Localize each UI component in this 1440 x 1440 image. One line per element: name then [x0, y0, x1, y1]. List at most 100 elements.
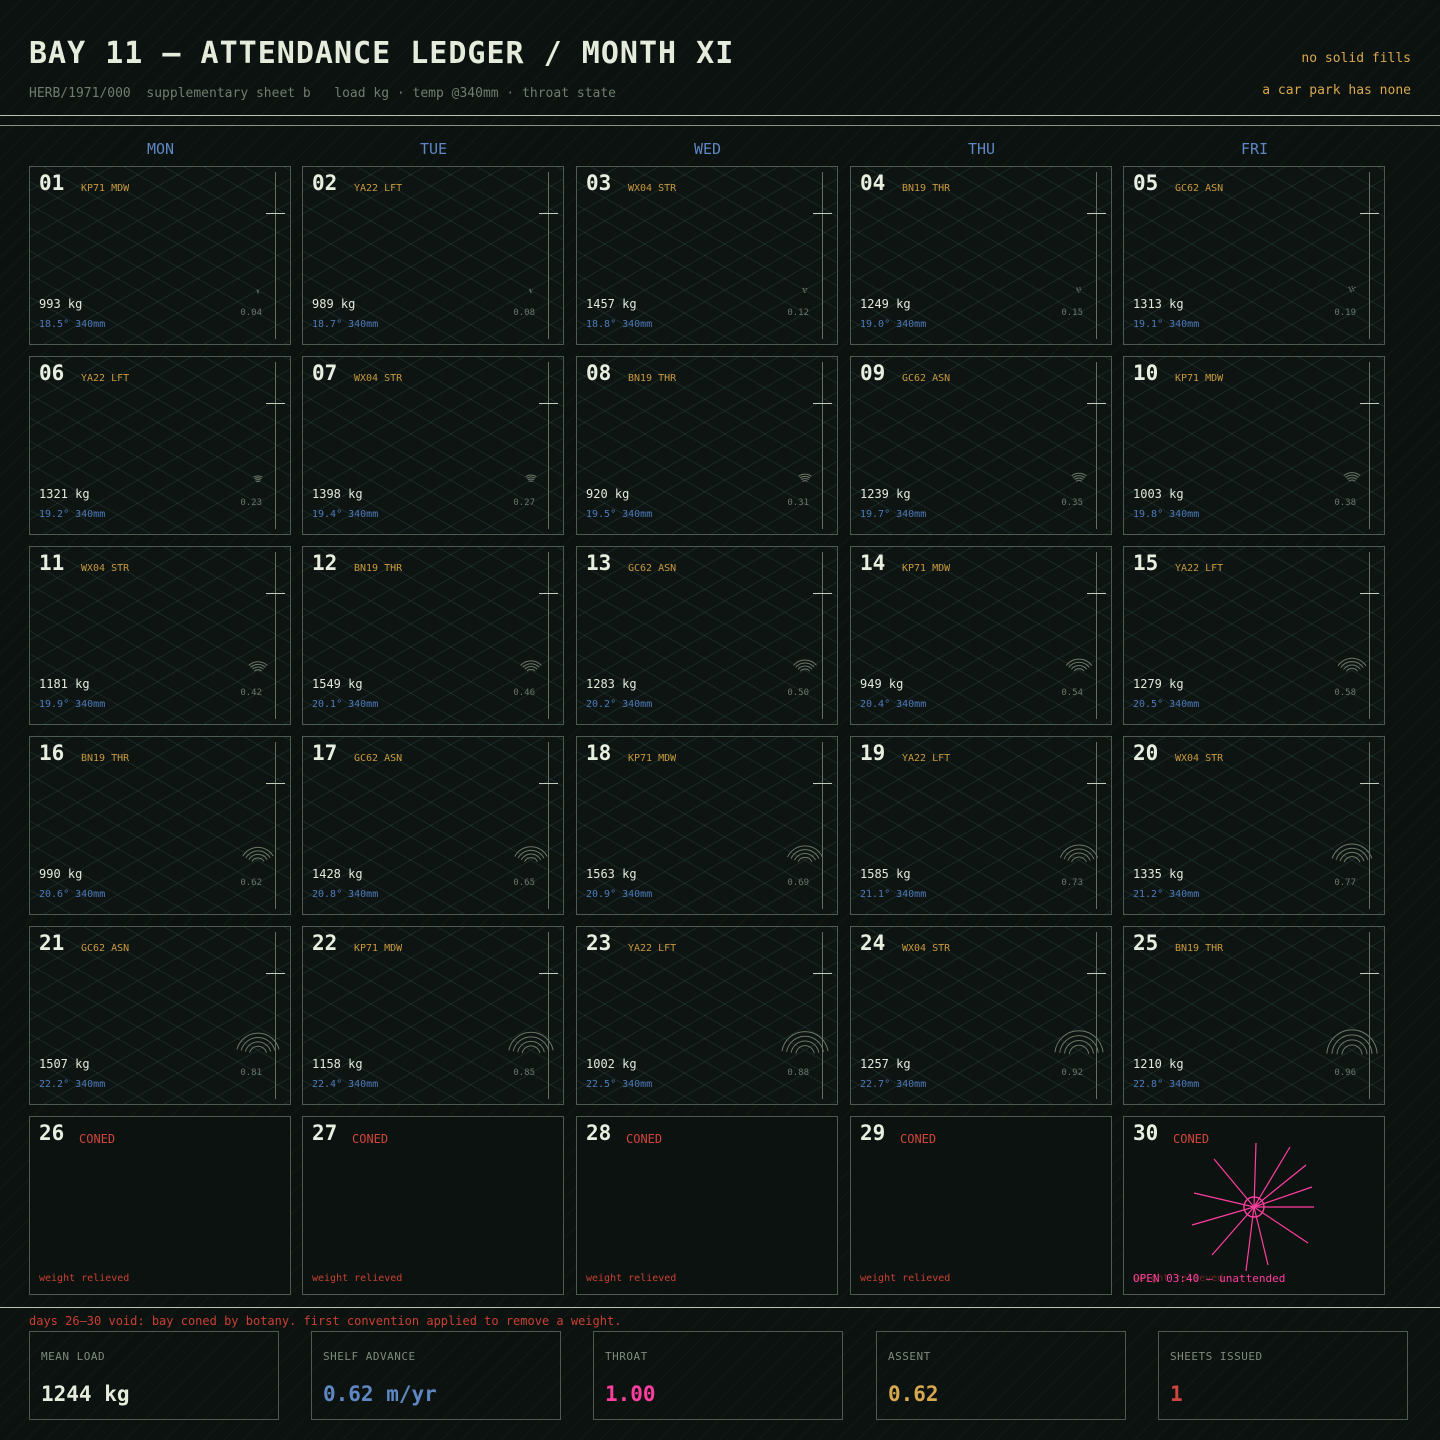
day-code: GC62 ASN: [902, 373, 951, 384]
throat-value: 0.27: [513, 498, 535, 508]
weekday-header-tue: TUE: [419, 140, 448, 158]
day-number: 25: [1133, 931, 1159, 955]
throat-value: 0.62: [240, 878, 262, 888]
day-cell[interactable]: 07 WX04 STR 1398 kg 19.4° 340mm 0.27: [302, 356, 564, 535]
day-cell[interactable]: 12 BN19 THR 1549 kg 20.1° 340mm 0.46: [302, 546, 564, 725]
throat-value: 0.15: [1061, 308, 1083, 318]
day-load: 1335 kg: [1133, 867, 1184, 881]
day-load: 1457 kg: [586, 297, 637, 311]
day-number: 17: [312, 741, 338, 765]
day-load: 1549 kg: [312, 677, 363, 691]
void-day-cell[interactable]: 30 CONED weight relieved OPEN 03:40 — unatt…: [1123, 1116, 1385, 1295]
throat-value: 0.04: [240, 308, 262, 318]
weekday-header-mon: MON: [146, 140, 175, 158]
stat-value: 0.62 m/yr: [323, 1382, 437, 1406]
day-cell[interactable]: 14 KP71 MDW 949 kg 20.4° 340mm 0.54: [850, 546, 1112, 725]
day-temp: 21.1° 340mm: [860, 889, 927, 900]
gauge-tick: [266, 403, 285, 404]
day-cell[interactable]: 01 KP71 MDW 993 kg 18.5° 340mm 0.04: [29, 166, 291, 345]
day-cell[interactable]: 16 BN19 THR 990 kg 20.6° 340mm 0.62: [29, 736, 291, 915]
day-cell[interactable]: 18 KP71 MDW 1563 kg 20.9° 340mm 0.69: [576, 736, 838, 915]
day-cell[interactable]: 06 YA22 LFT 1321 kg 19.2° 340mm 0.23: [29, 356, 291, 535]
day-code: BN19 THR: [1175, 943, 1224, 954]
throat-arc-icon: [798, 473, 812, 482]
gauge-tick: [1087, 593, 1106, 594]
day-number: 02: [312, 171, 338, 195]
day-number: 12: [312, 551, 338, 575]
day-number: 29: [860, 1121, 886, 1145]
day-temp: 18.8° 340mm: [586, 319, 653, 330]
throat-arc-icon: [236, 1032, 280, 1053]
gauge-tick: [1360, 403, 1379, 404]
day-load: 1239 kg: [860, 487, 911, 501]
coned-status: CONED: [352, 1132, 389, 1146]
day-temp: 19.0° 340mm: [860, 319, 927, 330]
stat-card: ASSENT 0.62: [876, 1331, 1126, 1420]
day-cell[interactable]: 17 GC62 ASN 1428 kg 20.8° 340mm 0.65: [302, 736, 564, 915]
day-cell[interactable]: 22 KP71 MDW 1158 kg 22.4° 340mm 0.85: [302, 926, 564, 1105]
day-temp: 22.2° 340mm: [39, 1079, 106, 1090]
day-temp: 18.5° 340mm: [39, 319, 106, 330]
day-load: 1002 kg: [586, 1057, 637, 1071]
day-cell[interactable]: 20 WX04 STR 1335 kg 21.2° 340mm 0.77: [1123, 736, 1385, 915]
day-cell[interactable]: 02 YA22 LFT 989 kg 18.7° 340mm 0.08: [302, 166, 564, 345]
day-number: 03: [586, 171, 612, 195]
stat-label: THROAT: [605, 1350, 648, 1363]
day-load: 1279 kg: [1133, 677, 1184, 691]
throat-arc-icon: [529, 288, 533, 294]
day-cell[interactable]: 11 WX04 STR 1181 kg 19.9° 340mm 0.42: [29, 546, 291, 725]
void-day-cell[interactable]: 26 CONED weight relieved: [29, 1116, 291, 1295]
gauge-tick: [1360, 593, 1379, 594]
void-day-cell[interactable]: 29 CONED weight relieved: [850, 1116, 1112, 1295]
day-code: KP71 MDW: [902, 563, 951, 574]
header-note-fills: no solid fills: [1301, 51, 1411, 66]
day-temp: 22.8° 340mm: [1133, 1079, 1200, 1090]
ledger-header: BAY 11 — ATTENDANCE LEDGER / MONTH XI HE…: [0, 0, 1440, 126]
stat-card: SHEETS ISSUED 1: [1158, 1331, 1408, 1420]
day-code: GC62 ASN: [628, 563, 677, 574]
day-cell[interactable]: 03 WX04 STR 1457 kg 18.8° 340mm 0.12: [576, 166, 838, 345]
throat-value: 0.88: [787, 1068, 809, 1078]
void-day-cell[interactable]: 27 CONED weight relieved: [302, 1116, 564, 1295]
day-cell[interactable]: 15 YA22 LFT 1279 kg 20.5° 340mm 0.58: [1123, 546, 1385, 725]
day-cell[interactable]: 13 GC62 ASN 1283 kg 20.2° 340mm 0.50: [576, 546, 838, 725]
weekday-header-wed: WED: [693, 140, 722, 158]
throat-value: 0.46: [513, 688, 535, 698]
day-cell[interactable]: 08 BN19 THR 920 kg 19.5° 340mm 0.31: [576, 356, 838, 535]
day-load: 920 kg: [586, 487, 630, 501]
day-cell[interactable]: 19 YA22 LFT 1585 kg 21.1° 340mm 0.73: [850, 736, 1112, 915]
day-cell[interactable]: 04 BN19 THR 1249 kg 19.0° 340mm 0.15: [850, 166, 1112, 345]
day-number: 01: [39, 171, 65, 195]
throat-value: 0.85: [513, 1068, 535, 1078]
day-cell[interactable]: 23 YA22 LFT 1002 kg 22.5° 340mm 0.88: [576, 926, 838, 1105]
stat-card: MEAN LOAD 1244 kg: [29, 1331, 279, 1420]
day-cell[interactable]: 10 KP71 MDW 1003 kg 19.8° 340mm 0.38: [1123, 356, 1385, 535]
day-code: WX04 STR: [902, 943, 951, 954]
day-load: 1249 kg: [860, 297, 911, 311]
day-temp: 21.2° 340mm: [1133, 889, 1200, 900]
day-code: WX04 STR: [354, 373, 403, 384]
day-cell[interactable]: 05 GC62 ASN 1313 kg 19.1° 340mm 0.19: [1123, 166, 1385, 345]
day-load: 1283 kg: [586, 677, 637, 691]
gauge-tick: [1087, 213, 1106, 214]
gauge-tick: [539, 593, 558, 594]
day-cell[interactable]: 09 GC62 ASN 1239 kg 19.7° 340mm 0.35: [850, 356, 1112, 535]
day-cell[interactable]: 25 BN19 THR 1210 kg 22.8° 340mm 0.96: [1123, 926, 1385, 1105]
void-note: days 26–30 void: bay coned by botany. fi…: [29, 1314, 622, 1328]
coned-status: CONED: [79, 1132, 116, 1146]
void-day-cell[interactable]: 28 CONED weight relieved: [576, 1116, 838, 1295]
day-code: KP71 MDW: [354, 943, 403, 954]
day-code: BN19 THR: [354, 563, 403, 574]
day-number: 07: [312, 361, 338, 385]
gauge-tick: [539, 783, 558, 784]
gauge-tick: [813, 403, 832, 404]
day-cell[interactable]: 24 WX04 STR 1257 kg 22.7° 340mm 0.92: [850, 926, 1112, 1105]
day-load: 993 kg: [39, 297, 83, 311]
throat-arc-icon: [242, 846, 274, 862]
throat-value: 0.50: [787, 688, 809, 698]
day-cell[interactable]: 21 GC62 ASN 1507 kg 22.2° 340mm 0.81: [29, 926, 291, 1105]
throat-arc-icon: [1075, 287, 1083, 293]
throat-arc-icon: [1337, 657, 1367, 672]
gauge-tick: [266, 973, 285, 974]
gauge-tick: [1360, 783, 1379, 784]
